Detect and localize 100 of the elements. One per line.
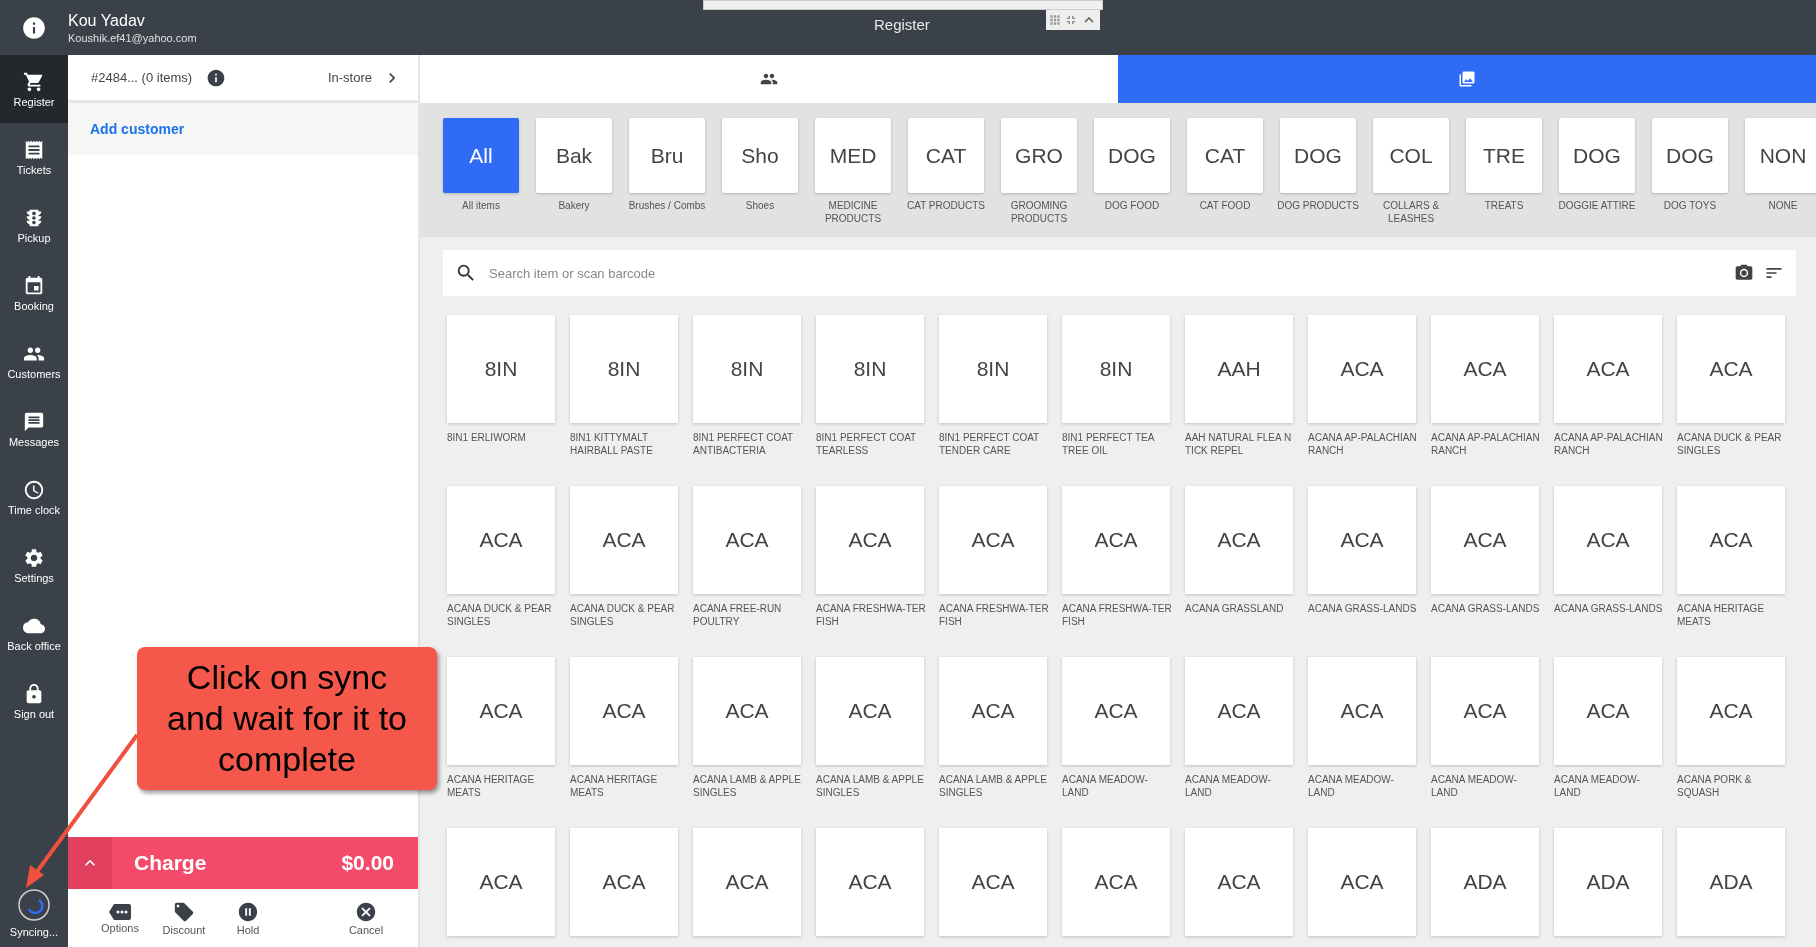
category-tile[interactable]: DOG xyxy=(1280,118,1356,193)
action-button[interactable]: Hold xyxy=(216,900,280,936)
gallery-icon xyxy=(1458,70,1476,88)
camera-icon[interactable] xyxy=(1734,263,1754,283)
product-tile[interactable]: ACA xyxy=(570,828,678,936)
product-tile[interactable]: ACA xyxy=(939,657,1047,765)
category-tile[interactable]: TRE xyxy=(1466,118,1542,193)
sidebar-item[interactable]: Back office xyxy=(0,599,68,667)
product-tile[interactable]: ADA xyxy=(1677,828,1785,936)
product-tile[interactable]: ACA xyxy=(1431,315,1539,423)
product-tile[interactable]: ACA xyxy=(1677,657,1785,765)
action-button[interactable]: Discount xyxy=(152,900,216,936)
product-tile[interactable]: ACA xyxy=(1185,486,1293,594)
sidebar-label: Messages xyxy=(8,435,60,448)
category-tile[interactable]: DOG xyxy=(1652,118,1728,193)
sidebar-item[interactable]: Tickets xyxy=(0,123,68,191)
product-name: 8IN1 PERFECT COAT TEARLESS xyxy=(816,431,918,457)
category-tile[interactable]: COL xyxy=(1373,118,1449,193)
order-type-button[interactable]: In-store xyxy=(327,67,402,88)
product-tile[interactable]: ACA xyxy=(816,486,924,594)
product-tile[interactable]: ACA xyxy=(570,486,678,594)
product-name: ACANA MEADOW-LAND xyxy=(1308,773,1395,799)
product-tile[interactable]: ACA xyxy=(693,828,801,936)
product-tile[interactable]: ACA xyxy=(570,657,678,765)
product-tile[interactable]: 8IN xyxy=(570,315,678,423)
product-tile[interactable]: ACA xyxy=(1431,486,1539,594)
product-name: ACANA AP-PALACHIAN RANCH xyxy=(1554,431,1664,457)
action-button[interactable]: Options xyxy=(88,902,152,934)
product-tile[interactable]: ADA xyxy=(1554,828,1662,936)
sidebar-item[interactable]: Register xyxy=(0,55,68,123)
product-tile[interactable]: ACA xyxy=(1554,486,1662,594)
sync-spinner-icon[interactable] xyxy=(17,888,51,922)
collapse-icon[interactable] xyxy=(1064,13,1078,27)
product-tile[interactable]: ACA xyxy=(1554,315,1662,423)
product-tile[interactable]: ACA xyxy=(1677,315,1785,423)
category-tile[interactable]: Bru xyxy=(629,118,705,193)
sidebar-item[interactable]: Booking xyxy=(0,259,68,327)
product-tile[interactable]: 8IN xyxy=(693,315,801,423)
category-tile[interactable]: Sho xyxy=(722,118,798,193)
callout-note: Click on sync and wait for it to complete xyxy=(137,647,437,790)
sidebar-item[interactable]: Settings xyxy=(0,531,68,599)
product-tile[interactable]: ACA xyxy=(939,486,1047,594)
product-tile[interactable]: ACA xyxy=(816,657,924,765)
product-tile[interactable]: 8IN xyxy=(447,315,555,423)
info-icon[interactable] xyxy=(206,67,227,88)
product-tile[interactable]: ACA xyxy=(1308,657,1416,765)
product-tile[interactable]: ACA xyxy=(1062,828,1170,936)
category-tile[interactable]: CAT xyxy=(908,118,984,193)
message-icon xyxy=(23,410,45,433)
product-tile[interactable]: ACA xyxy=(447,486,555,594)
category-label: CAT PRODUCTS xyxy=(906,200,986,213)
product-tile[interactable]: ACA xyxy=(447,828,555,936)
sidebar-item[interactable]: Sign out xyxy=(0,667,68,735)
product-tile[interactable]: ACA xyxy=(693,486,801,594)
category-tile[interactable]: CAT xyxy=(1187,118,1263,193)
product-tile[interactable]: AAH xyxy=(1185,315,1293,423)
category-label: NONE xyxy=(1767,200,1799,213)
category-tile[interactable]: MED xyxy=(815,118,891,193)
category-tile[interactable]: DOG xyxy=(1559,118,1635,193)
product-tile[interactable]: ACA xyxy=(1185,657,1293,765)
product-tile[interactable]: 8IN xyxy=(939,315,1047,423)
sidebar-item[interactable]: Messages xyxy=(0,395,68,463)
product-tile[interactable]: ACA xyxy=(1677,486,1785,594)
sidebar-item[interactable]: Time clock xyxy=(0,463,68,531)
product-tile[interactable]: 8IN xyxy=(816,315,924,423)
category-tile[interactable]: NON xyxy=(1745,118,1816,193)
product-tile[interactable]: ACA xyxy=(693,657,801,765)
product-name: ACANA AP-PALACHIAN RANCH xyxy=(1308,431,1418,457)
category-tile[interactable]: GRO xyxy=(1001,118,1077,193)
sidebar-item[interactable]: Pickup xyxy=(0,191,68,259)
product-tile[interactable]: ADA xyxy=(1431,828,1539,936)
product-tile[interactable]: ACA xyxy=(1062,657,1170,765)
product-tile[interactable]: 8IN xyxy=(1062,315,1170,423)
product-tile[interactable]: ACA xyxy=(816,828,924,936)
search-input[interactable]: Search item or scan barcode xyxy=(487,264,1724,282)
category-tile[interactable]: All xyxy=(443,118,519,193)
product-name: ACANA FRESHWA-TER FISH xyxy=(939,602,1050,628)
sidebar-item[interactable]: Customers xyxy=(0,327,68,395)
category-tile[interactable]: DOG xyxy=(1094,118,1170,193)
product-tile[interactable]: ACA xyxy=(939,828,1047,936)
product-tile[interactable]: ACA xyxy=(1308,315,1416,423)
add-customer-link[interactable]: Add customer xyxy=(90,121,185,137)
product-tile[interactable]: ACA xyxy=(1185,828,1293,936)
product-tile[interactable]: ACA xyxy=(447,657,555,765)
close-icon xyxy=(355,900,377,923)
product-tile[interactable]: ACA xyxy=(1308,828,1416,936)
sidebar-label: Back office xyxy=(7,639,61,652)
action-button[interactable]: Cancel xyxy=(334,900,398,936)
category-label: DOG PRODUCTS xyxy=(1276,200,1360,213)
product-tile[interactable]: ACA xyxy=(1554,657,1662,765)
category-tile[interactable]: Bak xyxy=(536,118,612,193)
product-tile[interactable]: ACA xyxy=(1062,486,1170,594)
product-name: ACANA GRASS-LANDS xyxy=(1554,602,1664,615)
product-name: ACANA HERITAGE MEATS xyxy=(447,773,536,799)
product-tile[interactable]: ACA xyxy=(1431,657,1539,765)
product-name: 8IN1 ERLIWORM xyxy=(447,431,527,444)
search-field[interactable]: Search item or scan barcode xyxy=(443,250,1796,296)
category-label: All items xyxy=(461,200,501,213)
product-tile[interactable]: ACA xyxy=(1308,486,1416,594)
info-icon[interactable] xyxy=(21,14,47,41)
